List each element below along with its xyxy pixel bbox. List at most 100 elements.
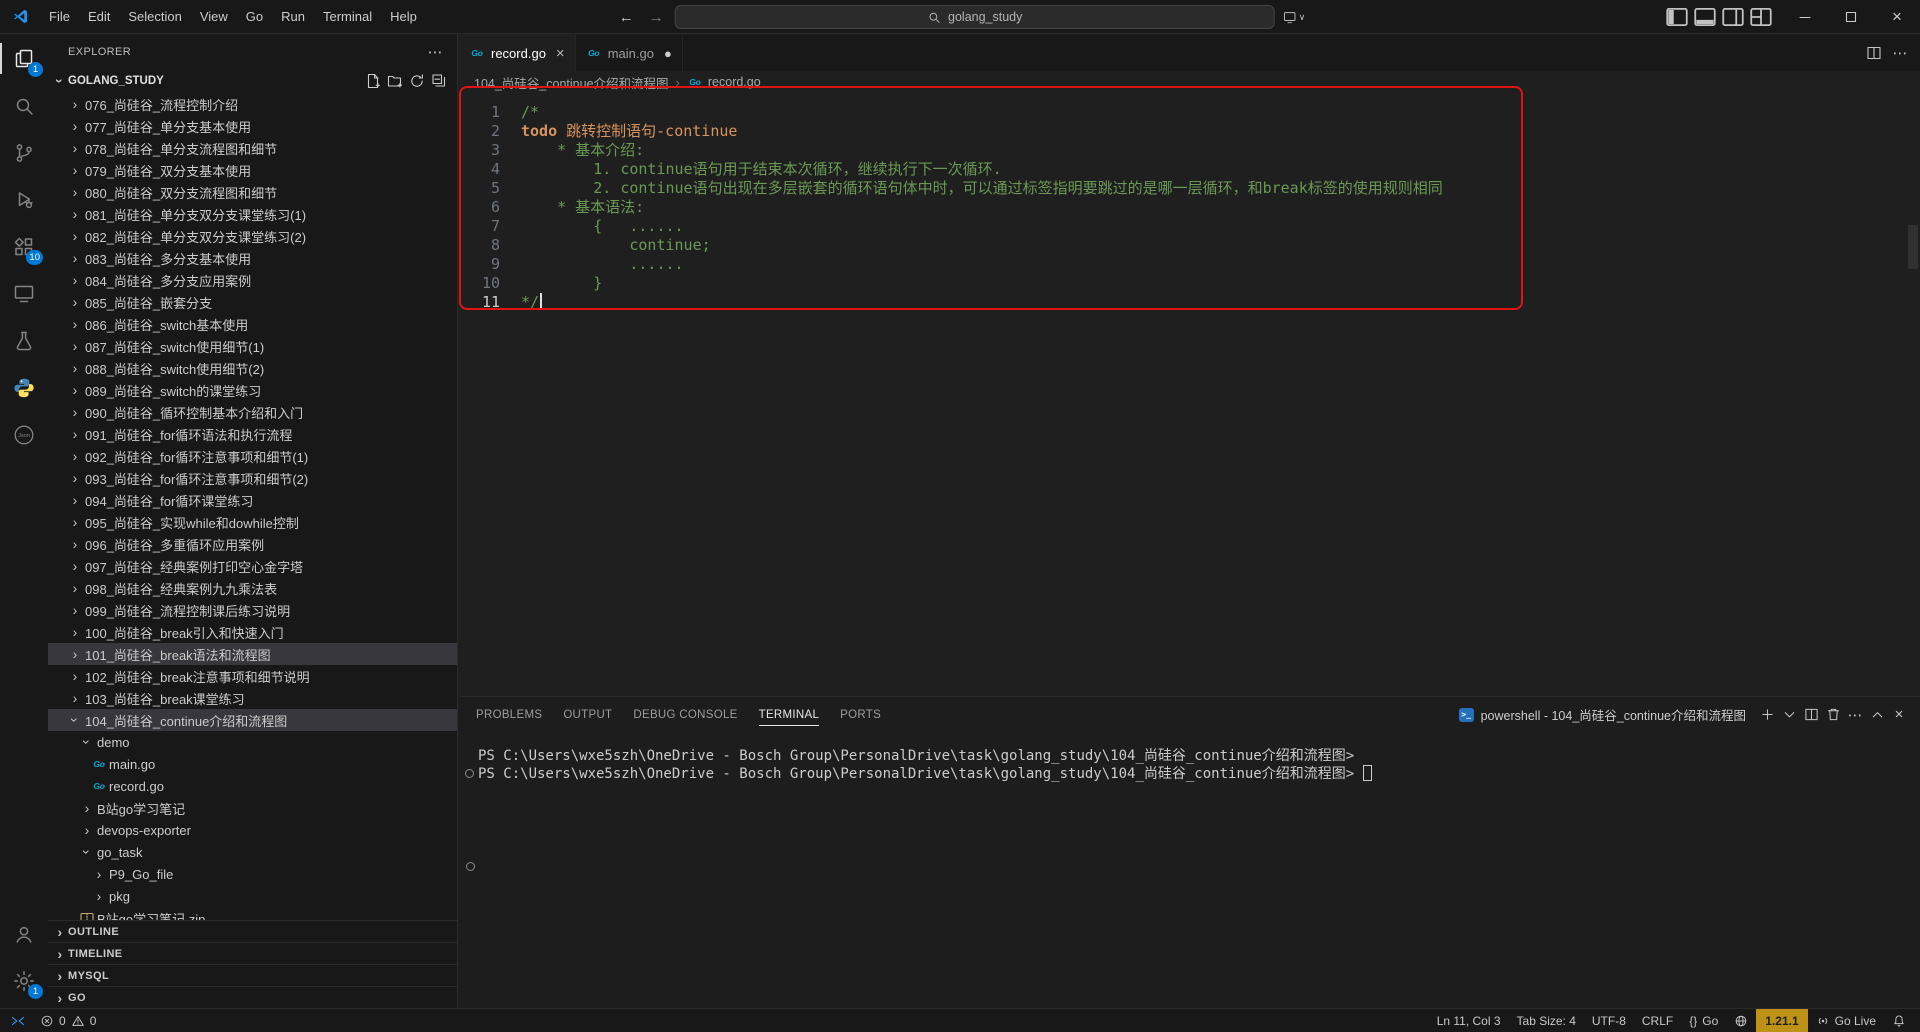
- activity-explorer[interactable]: 1: [0, 35, 48, 82]
- tree-item[interactable]: › 090_尚硅谷_循环控制基本介绍和入门: [48, 401, 457, 423]
- sidebar-section-mysql[interactable]: › MYSQL: [48, 964, 457, 986]
- window-layout-dropdown-icon[interactable]: ∨: [1282, 9, 1305, 25]
- tree-item[interactable]: Go main.go: [48, 753, 457, 775]
- menu-file[interactable]: File: [40, 4, 79, 30]
- breadcrumb[interactable]: 104_尚硅谷_continue介绍和流程图 › Go record.go: [459, 71, 1920, 93]
- tree-item[interactable]: B站go学习笔记.zip: [48, 907, 457, 920]
- tree-item[interactable]: › 083_尚硅谷_多分支基本使用: [48, 247, 457, 269]
- problems-indicator[interactable]: 0 0: [32, 1009, 104, 1032]
- tree-item[interactable]: › 101_尚硅谷_break语法和流程图: [48, 643, 457, 665]
- tree-item[interactable]: › 098_尚硅谷_经典案例九九乘法表: [48, 577, 457, 599]
- activity-source-control[interactable]: [0, 129, 48, 176]
- explorer-section-header[interactable]: › GOLANG_STUDY: [48, 69, 457, 93]
- panel-tab-output[interactable]: OUTPUT: [563, 697, 612, 732]
- menu-go[interactable]: Go: [237, 4, 272, 30]
- status-tab-size[interactable]: Tab Size: 4: [1509, 1009, 1584, 1032]
- tab-main.go[interactable]: Go main.go ●: [575, 35, 683, 71]
- tree-item[interactable]: › 085_尚硅谷_嵌套分支: [48, 291, 457, 313]
- terminal-instance-label[interactable]: >_ powershell - 104_尚硅谷_continue介绍和流程图: [1458, 705, 1746, 724]
- tree-item[interactable]: › 093_尚硅谷_for循环注意事项和细节(2): [48, 467, 457, 489]
- tree-item[interactable]: › 092_尚硅谷_for循环注意事项和细节(1): [48, 445, 457, 467]
- menu-terminal[interactable]: Terminal: [314, 4, 381, 30]
- activity-settings[interactable]: 1: [0, 957, 48, 1004]
- activity-extensions[interactable]: 10: [0, 223, 48, 270]
- close-panel-button[interactable]: ×: [1888, 704, 1910, 726]
- tree-item[interactable]: › 094_尚硅谷_for循环课堂练习: [48, 489, 457, 511]
- menu-edit[interactable]: Edit: [79, 4, 119, 30]
- tree-item[interactable]: Go record.go: [48, 775, 457, 797]
- tree-item[interactable]: › 102_尚硅谷_break注意事项和细节说明: [48, 665, 457, 687]
- status-go-version[interactable]: 1.21.1: [1756, 1008, 1808, 1032]
- maximize-button[interactable]: [1828, 0, 1874, 34]
- panel-tab-ports[interactable]: PORTS: [840, 697, 881, 732]
- activity-remote-explorer[interactable]: [0, 270, 48, 317]
- tree-item[interactable]: › pkg: [48, 885, 457, 907]
- status-browser-preview[interactable]: [1726, 1009, 1756, 1032]
- tree-item[interactable]: › 082_尚硅谷_单分支双分支课堂练习(2): [48, 225, 457, 247]
- activity-python[interactable]: [0, 364, 48, 411]
- tree-item[interactable]: › 091_尚硅谷_for循环语法和执行流程: [48, 423, 457, 445]
- editor-scrollbar[interactable]: [1908, 225, 1918, 269]
- status-eol[interactable]: CRLF: [1634, 1009, 1681, 1032]
- activity-search[interactable]: [0, 82, 48, 129]
- code-editor[interactable]: 1/* 2 todo 跳转控制语句-continue 3 * 基本介绍: 4 1. co…: [459, 93, 1920, 696]
- tree-item[interactable]: › P9_Go_file: [48, 863, 457, 885]
- tree-item[interactable]: › 096_尚硅谷_多重循环应用案例: [48, 533, 457, 555]
- tree-item[interactable]: › 077_尚硅谷_单分支基本使用: [48, 115, 457, 137]
- close-icon[interactable]: ×: [556, 45, 565, 62]
- tree-item[interactable]: › 080_尚硅谷_双分支流程图和细节: [48, 181, 457, 203]
- activity-run-debug[interactable]: [0, 176, 48, 223]
- activity-accounts[interactable]: [0, 910, 48, 957]
- status-cursor-position[interactable]: Ln 11, Col 3: [1429, 1009, 1509, 1032]
- sidebar-section-outline[interactable]: › OUTLINE: [48, 920, 457, 942]
- close-button[interactable]: ×: [1874, 0, 1920, 34]
- terminal-content[interactable]: PS C:\Users\wxe5szh\OneDrive - Bosch Gro…: [465, 732, 1910, 1008]
- tree-item[interactable]: › 088_尚硅谷_switch使用细节(2): [48, 357, 457, 379]
- more-button[interactable]: ⋯: [1844, 704, 1866, 726]
- maximize-panel-button[interactable]: [1866, 704, 1888, 726]
- tree-item[interactable]: › 087_尚硅谷_switch使用细节(1): [48, 335, 457, 357]
- new-terminal-button[interactable]: [1756, 704, 1778, 726]
- tree-item[interactable]: › 081_尚硅谷_单分支双分支课堂练习(1): [48, 203, 457, 225]
- breadcrumb-file[interactable]: Go record.go: [687, 75, 760, 89]
- tree-item[interactable]: › 078_尚硅谷_单分支流程图和细节: [48, 137, 457, 159]
- minimize-button[interactable]: [1782, 0, 1828, 34]
- forward-arrow-icon[interactable]: →: [645, 9, 668, 26]
- sidebar-section-go[interactable]: › GO: [48, 986, 457, 1008]
- tree-item[interactable]: › 084_尚硅谷_多分支应用案例: [48, 269, 457, 291]
- more-actions-icon[interactable]: ⋯: [428, 43, 443, 61]
- status-encoding[interactable]: UTF-8: [1584, 1009, 1634, 1032]
- status-notifications[interactable]: [1884, 1009, 1914, 1032]
- panel-tab-problems[interactable]: PROBLEMS: [476, 697, 542, 732]
- tree-item[interactable]: › devops-exporter: [48, 819, 457, 841]
- kill-terminal-button[interactable]: [1822, 704, 1844, 726]
- tree-item[interactable]: › 095_尚硅谷_实现while和dowhile控制: [48, 511, 457, 533]
- tree-item[interactable]: › 104_尚硅谷_continue介绍和流程图: [48, 709, 457, 731]
- menu-view[interactable]: View: [191, 4, 237, 30]
- breadcrumb-folder[interactable]: 104_尚硅谷_continue介绍和流程图: [474, 73, 669, 92]
- tree-item[interactable]: › 079_尚硅谷_双分支基本使用: [48, 159, 457, 181]
- panel-tab-debug-console[interactable]: DEBUG CONSOLE: [633, 697, 737, 732]
- status-go-live[interactable]: Go Live: [1808, 1009, 1884, 1032]
- tree-item[interactable]: › 100_尚硅谷_break引入和快速入门: [48, 621, 457, 643]
- tree-item[interactable]: › 099_尚硅谷_流程控制课后练习说明: [48, 599, 457, 621]
- menu-selection[interactable]: Selection: [119, 4, 190, 30]
- tree-item[interactable]: › 086_尚硅谷_switch基本使用: [48, 313, 457, 335]
- back-arrow-icon[interactable]: ←: [615, 9, 638, 26]
- tree-item[interactable]: › demo: [48, 731, 457, 753]
- remote-indicator[interactable]: [0, 1009, 32, 1032]
- tab-record.go[interactable]: Go record.go ×: [459, 35, 576, 71]
- menu-run[interactable]: Run: [272, 4, 314, 30]
- sidebar-section-timeline[interactable]: › TIMELINE: [48, 942, 457, 964]
- activity-testing[interactable]: [0, 317, 48, 364]
- activity-json[interactable]: Json: [0, 411, 48, 458]
- tree-item[interactable]: › 089_尚硅谷_switch的课堂练习: [48, 379, 457, 401]
- tree-item[interactable]: › 076_尚硅谷_流程控制介绍: [48, 93, 457, 115]
- tree-item[interactable]: › 097_尚硅谷_经典案例打印空心金字塔: [48, 555, 457, 577]
- menu-help[interactable]: Help: [381, 4, 426, 30]
- tree-item[interactable]: › 103_尚硅谷_break课堂练习: [48, 687, 457, 709]
- tree-item[interactable]: › B站go学习笔记: [48, 797, 457, 819]
- panel-tab-terminal[interactable]: TERMINAL: [758, 697, 820, 732]
- search-input[interactable]: golang_study: [674, 5, 1275, 29]
- split-terminal-button[interactable]: [1800, 704, 1822, 726]
